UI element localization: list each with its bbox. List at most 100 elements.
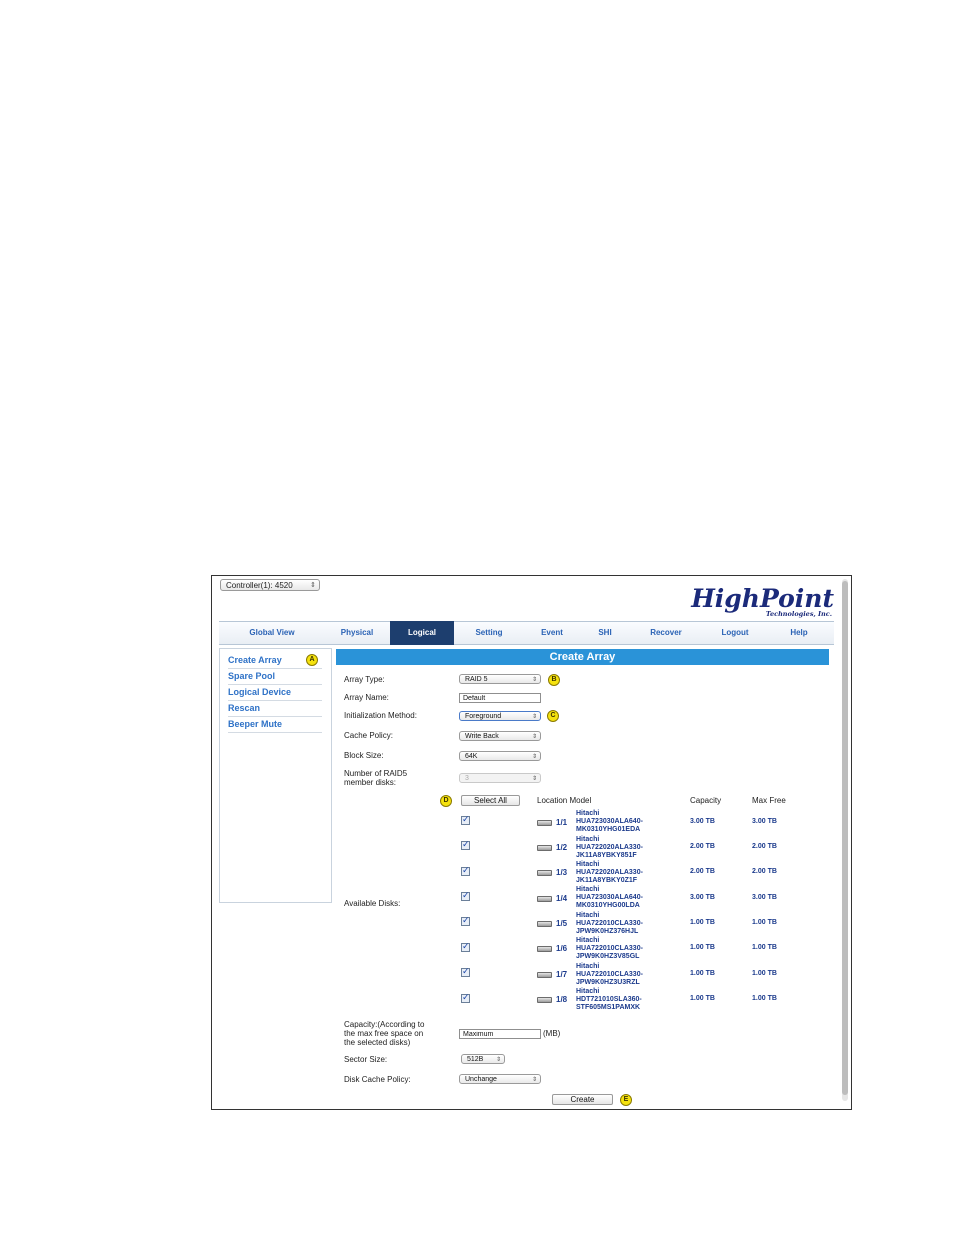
disk-model-line2: JK11A8YBKY0Z1F [576, 877, 638, 884]
tab-help[interactable]: Help [768, 622, 830, 644]
disk-max-free: 2.00 TB [752, 868, 777, 875]
disk-checkbox[interactable] [461, 966, 470, 977]
block-size-value: 64K [465, 753, 478, 760]
tab-shi[interactable]: SHI [580, 622, 630, 644]
chevron-updown-icon: ⇕ [531, 776, 537, 782]
disk-location: 1/4 [556, 894, 568, 903]
disk-max-free: 1.00 TB [752, 995, 777, 1002]
tab-logout[interactable]: Logout [702, 622, 768, 644]
member-disks-label-line1: Number of RAID5 [344, 769, 408, 778]
hard-disk-icon [537, 946, 552, 952]
block-size-select[interactable]: 64K ⇕ [459, 751, 541, 761]
disk-model-line1: HUA723030ALA640- [576, 818, 643, 825]
disk-max-free: 3.00 TB [752, 894, 777, 901]
disk-checkbox[interactable] [461, 941, 470, 952]
disk-checkbox[interactable] [461, 814, 470, 825]
init-method-label: Initialization Method: [344, 711, 417, 720]
disk-model-line1: HUA722010CLA330- [576, 920, 643, 927]
disk-model: Hitachi HUA722010CLA330- JPW9K0HZ3V85GL [576, 937, 686, 961]
divider [228, 732, 322, 733]
disk-model: Hitachi HUA722010CLA330- JPW9K0HZ3U3RZL [576, 963, 686, 987]
disk-location: 1/3 [556, 868, 568, 877]
init-method-select[interactable]: Foreground ⇕ [459, 711, 541, 721]
hard-disk-icon [537, 921, 552, 927]
disk-max-free: 1.00 TB [752, 919, 777, 926]
disk-checkbox[interactable] [461, 890, 470, 901]
disk-model-line2: JPW9K0HZ3V85GL [576, 953, 640, 960]
callout-badge-c: C [547, 710, 559, 722]
controller-select-value: Controller(1): 4520 [226, 581, 293, 590]
disk-capacity: 2.00 TB [690, 868, 715, 875]
disk-checkbox[interactable] [461, 865, 470, 876]
cache-policy-select[interactable]: Write Back ⇕ [459, 731, 541, 741]
disk-checkbox[interactable] [461, 915, 470, 926]
disk-model: Hitachi HDT721010SLA360- STF605MS1PAMXK [576, 988, 686, 1012]
disk-model-line1: HUA722020ALA330- [576, 844, 643, 851]
member-disks-value: 3 [465, 775, 469, 782]
array-type-label: Array Type: [344, 675, 385, 684]
disk-model: Hitachi HUA722010CLA330- JPW9K0HZ376HJL [576, 912, 686, 936]
disk-vendor: Hitachi [576, 861, 600, 868]
sidebar-item-logical-device[interactable]: Logical Device [228, 687, 291, 697]
disk-model-line2: MK0310YHG01EDA [576, 826, 641, 833]
tab-global-view[interactable]: Global View [223, 622, 321, 644]
chevron-updown-icon: ⇕ [495, 1057, 501, 1063]
main-nav: Global View Physical Logical Setting Eve… [219, 621, 834, 645]
disk-location: 1/8 [556, 995, 568, 1004]
capacity-label-line3: the selected disks) [344, 1038, 411, 1047]
capacity-input[interactable] [459, 1029, 541, 1039]
disk-checkbox[interactable] [461, 839, 470, 850]
disk-max-free: 3.00 TB [752, 818, 777, 825]
capacity-label-line2: the max free space on [344, 1029, 424, 1038]
tab-recover[interactable]: Recover [630, 622, 702, 644]
disk-max-free: 1.00 TB [752, 970, 777, 977]
divider [228, 716, 322, 717]
sector-size-value: 512B [467, 1056, 484, 1063]
cache-policy-value: Write Back [465, 733, 499, 740]
tab-physical[interactable]: Physical [321, 622, 393, 644]
disk-vendor: Hitachi [576, 886, 600, 893]
member-disks-select[interactable]: 3 ⇕ [459, 773, 541, 783]
disk-cache-policy-select[interactable]: Unchange ⇕ [459, 1074, 541, 1084]
sidebar-item-spare-pool[interactable]: Spare Pool [228, 671, 275, 681]
array-name-input[interactable] [459, 693, 541, 703]
sidebar-item-create-array[interactable]: Create Array [228, 655, 282, 665]
capacity-label-line1: Capacity:(According to [344, 1020, 425, 1029]
disk-model-line1: HUA722010CLA330- [576, 971, 643, 978]
column-header-location-model: Location Model [537, 796, 592, 805]
disk-capacity: 1.00 TB [690, 919, 715, 926]
tab-setting[interactable]: Setting [454, 622, 524, 644]
disk-max-free: 1.00 TB [752, 944, 777, 951]
member-disks-label-line2: member disks: [344, 778, 397, 787]
disk-location: 1/5 [556, 919, 568, 928]
array-name-label: Array Name: [344, 693, 389, 702]
sidebar-item-rescan[interactable]: Rescan [228, 703, 260, 713]
hard-disk-icon [537, 870, 552, 876]
vertical-scrollbar[interactable] [842, 579, 848, 1101]
tab-event[interactable]: Event [524, 622, 580, 644]
disk-capacity: 2.00 TB [690, 843, 715, 850]
create-button[interactable]: Create [552, 1094, 613, 1105]
scrollbar-thumb[interactable] [842, 581, 848, 1095]
disk-location: 1/7 [556, 970, 568, 979]
disk-location: 1/2 [556, 843, 568, 852]
sidebar-item-beeper-mute[interactable]: Beeper Mute [228, 719, 282, 729]
hard-disk-icon [537, 845, 552, 851]
array-type-select[interactable]: RAID 5 ⇕ [459, 674, 541, 684]
select-all-button[interactable]: Select All [461, 795, 520, 806]
disk-capacity: 1.00 TB [690, 995, 715, 1002]
hard-disk-icon [537, 972, 552, 978]
disk-cache-policy-label: Disk Cache Policy: [344, 1075, 411, 1084]
chevron-updown-icon: ⇕ [531, 754, 537, 760]
tab-logical[interactable]: Logical [390, 621, 454, 645]
disk-vendor: Hitachi [576, 810, 600, 817]
disk-model-line2: STF605MS1PAMXK [576, 1004, 641, 1011]
array-type-value: RAID 5 [465, 676, 488, 683]
disk-checkbox[interactable] [461, 992, 470, 1003]
disk-vendor: Hitachi [576, 836, 600, 843]
disk-model-line2: JPW9K0HZ376HJL [576, 928, 639, 935]
sector-size-select[interactable]: 512B ⇕ [461, 1054, 505, 1064]
divider [228, 684, 322, 685]
controller-select[interactable]: Controller(1): 4520 ⇕ [220, 579, 320, 591]
block-size-label: Block Size: [344, 751, 384, 760]
